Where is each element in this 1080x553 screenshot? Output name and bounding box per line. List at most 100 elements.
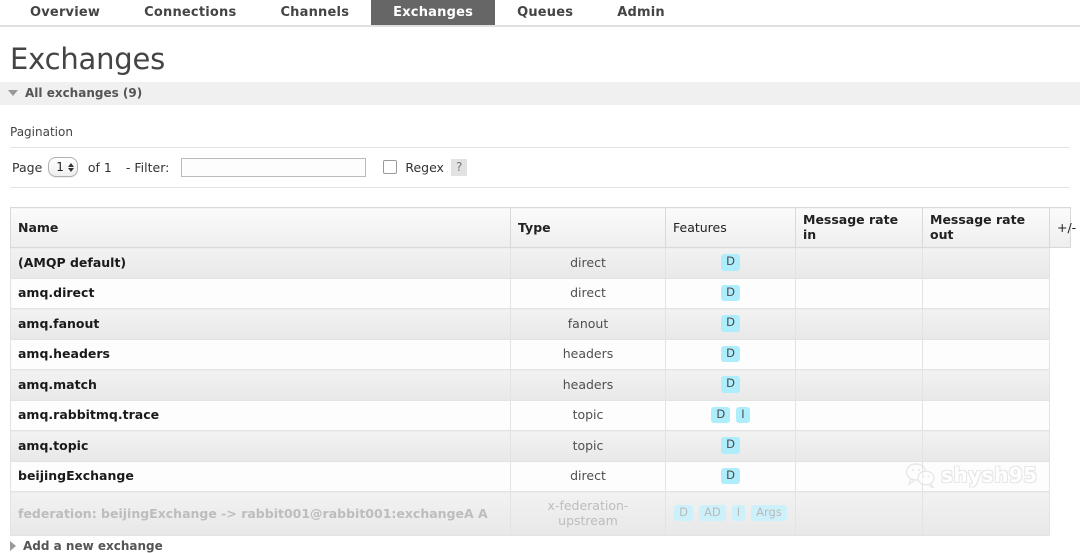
column-header-type[interactable]: Type: [511, 208, 666, 248]
filter-input[interactable]: [181, 158, 366, 177]
filter-label: - Filter:: [126, 160, 169, 175]
column-header-rate-in[interactable]: Message rate in: [796, 208, 923, 248]
exchange-name-link[interactable]: amq.match: [11, 370, 511, 401]
feature-badge[interactable]: I: [732, 505, 745, 522]
exchange-features: D: [666, 461, 796, 492]
exchange-name-link[interactable]: amq.headers: [11, 339, 511, 370]
exchanges-table-body: (AMQP default)direct Damq.directdirect Dam…: [11, 248, 1071, 536]
exchange-name-link[interactable]: (AMQP default): [11, 248, 511, 279]
exchange-type: fanout: [511, 309, 666, 340]
feature-badge[interactable]: D: [721, 376, 740, 393]
message-rate-in-value: [796, 309, 923, 340]
exchange-type: direct: [511, 278, 666, 309]
table-row[interactable]: (AMQP default)direct D: [11, 248, 1071, 279]
message-rate-out-value: [923, 248, 1050, 279]
exchange-features: D: [666, 278, 796, 309]
table-row[interactable]: amq.directdirect D: [11, 278, 1071, 309]
exchanges-table: Name Type Features Message rate in Messa…: [10, 207, 1071, 536]
exchange-type: headers: [511, 370, 666, 401]
row-spacer-cell: [1050, 370, 1071, 401]
row-spacer-cell: [1050, 400, 1071, 431]
nav-tab-admin[interactable]: Admin: [595, 0, 687, 25]
row-spacer-cell: [1050, 248, 1071, 279]
table-header-row: Name Type Features Message rate in Messa…: [11, 208, 1071, 248]
exchange-type: headers: [511, 339, 666, 370]
feature-badge[interactable]: I: [736, 407, 749, 424]
column-toggle-button[interactable]: +/-: [1050, 208, 1071, 248]
column-header-rate-out[interactable]: Message rate out: [923, 208, 1050, 248]
table-row[interactable]: amq.rabbitmq.tracetopicDI: [11, 400, 1071, 431]
exchange-features: D AD I Args: [666, 492, 796, 536]
page-number-stepper[interactable]: 1: [48, 157, 78, 177]
pagination-controls: Page 1 of 1 - Filter: Regex ?: [10, 147, 1070, 188]
exchange-name-link[interactable]: beijingExchange: [11, 461, 511, 492]
feature-badge[interactable]: D: [721, 468, 740, 485]
chevron-down-icon: [8, 90, 18, 96]
exchange-type: direct: [511, 248, 666, 279]
exchange-name-link[interactable]: federation: beijingExchange -> rabbit001…: [11, 492, 511, 536]
nav-tab-overview[interactable]: Overview: [8, 0, 122, 25]
feature-badge[interactable]: D: [721, 346, 740, 363]
exchange-name-link[interactable]: amq.rabbitmq.trace: [11, 400, 511, 431]
message-rate-in-value: [796, 339, 923, 370]
table-row[interactable]: amq.headersheaders D: [11, 339, 1071, 370]
message-rate-out-value: [923, 370, 1050, 401]
exchange-name-link[interactable]: amq.direct: [11, 278, 511, 309]
table-row[interactable]: amq.fanoutfanout D: [11, 309, 1071, 340]
table-row[interactable]: amq.topictopicD: [11, 431, 1071, 462]
column-header-name[interactable]: Name: [11, 208, 511, 248]
table-row[interactable]: beijingExchangedirectD: [11, 461, 1071, 492]
feature-badge[interactable]: D: [721, 437, 740, 454]
feature-badge[interactable]: D: [721, 285, 740, 302]
nav-tab-exchanges[interactable]: Exchanges: [371, 0, 495, 25]
message-rate-out-value: [923, 278, 1050, 309]
feature-badge[interactable]: D: [674, 505, 693, 522]
exchange-name-link[interactable]: amq.topic: [11, 431, 511, 462]
nav-tab-queues[interactable]: Queues: [495, 0, 595, 25]
chevron-right-icon: [10, 541, 16, 551]
feature-badge[interactable]: D: [721, 315, 740, 332]
message-rate-out-value: [923, 492, 1050, 536]
exchange-features: D: [666, 339, 796, 370]
all-exchanges-section-toggle[interactable]: All exchanges (9): [0, 82, 1080, 105]
nav-tab-connections[interactable]: Connections: [122, 0, 258, 25]
page-total-label: of 1: [88, 160, 112, 175]
column-header-features: Features: [666, 208, 796, 248]
table-row[interactable]: federation: beijingExchange -> rabbit001…: [11, 492, 1071, 536]
exchange-name-link[interactable]: amq.fanout: [11, 309, 511, 340]
message-rate-out-value: [923, 400, 1050, 431]
feature-badge[interactable]: AD: [699, 505, 726, 522]
nav-tab-channels[interactable]: Channels: [258, 0, 371, 25]
row-spacer-cell: [1050, 431, 1071, 462]
exchange-features: D: [666, 431, 796, 462]
message-rate-in-value: [796, 492, 923, 536]
row-spacer-cell: [1050, 461, 1071, 492]
table-row[interactable]: amq.matchheaders D: [11, 370, 1071, 401]
feature-badge[interactable]: D: [721, 254, 740, 271]
row-spacer-cell: [1050, 339, 1071, 370]
exchange-features: D: [666, 248, 796, 279]
page-label: Page: [12, 160, 42, 175]
exchange-type: x-federation-upstream: [511, 492, 666, 536]
page-number-value: 1: [56, 160, 64, 174]
add-exchange-label: Add a new exchange: [23, 539, 163, 553]
message-rate-out-value: [923, 461, 1050, 492]
feature-badge[interactable]: Args: [751, 505, 787, 522]
regex-checkbox[interactable]: [383, 160, 397, 174]
stepper-arrows-icon: [68, 163, 74, 172]
exchange-features: D: [666, 370, 796, 401]
regex-help-icon[interactable]: ?: [451, 159, 467, 176]
message-rate-in-value: [796, 461, 923, 492]
row-spacer-cell: [1050, 309, 1071, 340]
feature-badge[interactable]: D: [711, 407, 730, 424]
message-rate-in-value: [796, 248, 923, 279]
message-rate-out-value: [923, 431, 1050, 462]
message-rate-in-value: [796, 370, 923, 401]
pagination-heading: Pagination: [10, 125, 1080, 139]
row-spacer-cell: [1050, 278, 1071, 309]
add-exchange-section-toggle[interactable]: Add a new exchange: [10, 539, 163, 553]
main-navigation: OverviewConnectionsChannelsExchangesQueu…: [0, 0, 1080, 27]
message-rate-in-value: [796, 278, 923, 309]
message-rate-out-value: [923, 339, 1050, 370]
exchange-features: DI: [666, 400, 796, 431]
